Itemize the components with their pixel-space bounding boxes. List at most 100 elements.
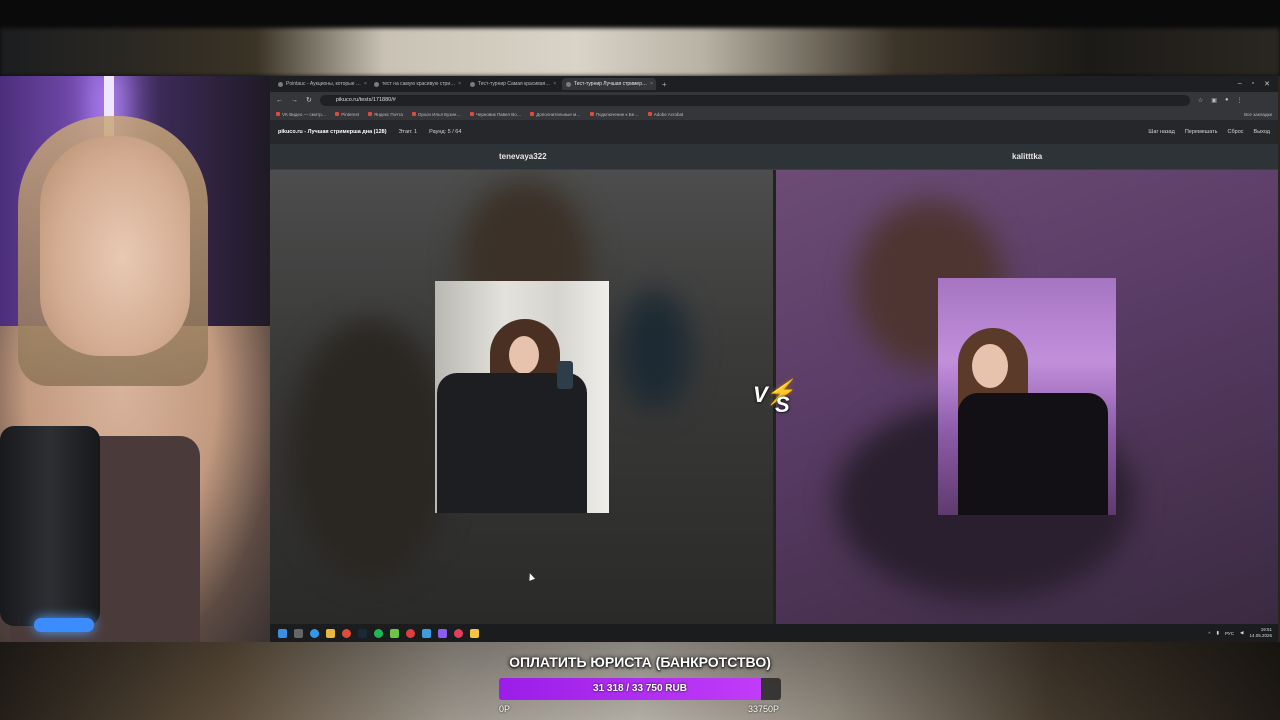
exit-button[interactable]: Выход: [1254, 129, 1270, 135]
left-contestant-photo[interactable]: [435, 281, 609, 513]
bookmark-favicon-icon: [367, 112, 372, 116]
bookmark-item[interactable]: Яндекс Почта: [367, 112, 403, 117]
microphone: [0, 426, 100, 626]
reload-icon[interactable]: ↻: [306, 96, 312, 104]
bookmark-label: Pinterest: [341, 111, 359, 117]
window-controls: – ▫ ✕: [1238, 80, 1278, 88]
tab-close-icon[interactable]: ×: [553, 78, 556, 90]
windows-taskbar: ^ ▮ РУС ◀ 19:51 14.05.2026: [270, 624, 1278, 642]
toolbar-icons: ☆ ▣ ● ⋮: [1198, 97, 1243, 104]
app-icon[interactable]: [390, 628, 399, 638]
bookmark-favicon-icon: [335, 112, 340, 116]
forward-arrow-icon[interactable]: →: [291, 97, 298, 104]
step-back-button[interactable]: Шаг назад: [1148, 129, 1174, 135]
backdrop-blur: [290, 320, 450, 580]
browser-tab[interactable]: Тест-турнир Самая красивая… ×: [466, 78, 560, 90]
bookmark-item[interactable]: VK Видео — смотр…: [276, 112, 326, 117]
bookmark-label: Подключение к Бе…: [595, 111, 639, 117]
bookmark-label: Черновик Павел Во…: [475, 111, 522, 117]
tab-close-icon[interactable]: ×: [364, 78, 367, 90]
file-explorer-icon[interactable]: [326, 628, 335, 638]
versus-badge: ⚡ V S: [751, 378, 797, 418]
system-clock[interactable]: 19:51 14.05.2026: [1249, 627, 1272, 639]
right-contestant-name: kalitttka: [1012, 152, 1043, 161]
task-view-icon[interactable]: [294, 628, 303, 638]
tab-close-icon[interactable]: ×: [650, 78, 653, 90]
photo-phone: [557, 361, 573, 389]
tray-lang[interactable]: РУС: [1225, 631, 1234, 636]
shuffle-button[interactable]: Перемешать: [1185, 129, 1218, 135]
edge-browser-icon[interactable]: [310, 628, 319, 638]
tab-favicon-icon: [374, 81, 379, 87]
left-contestant-name: tenevaya322: [499, 152, 547, 161]
captured-screen: Pointauc - Аукционы, которые … × тест на …: [270, 76, 1278, 642]
all-bookmarks[interactable]: Все закладки: [1244, 112, 1278, 117]
browser-tab-active[interactable]: Тест-турнир Лучшая стример… ×: [562, 78, 656, 90]
bookmark-label: Adobe Acrobat: [653, 111, 684, 117]
back-arrow-icon[interactable]: ←: [276, 97, 283, 104]
app-icon[interactable]: [438, 628, 447, 638]
tray-chevron-icon[interactable]: ^: [1208, 631, 1210, 636]
vs-letter-v: V: [753, 382, 768, 407]
bookmark-label: VK Видео — смотр…: [282, 111, 327, 117]
right-contestant-photo[interactable]: [938, 278, 1116, 515]
webcam-feed: [0, 76, 270, 642]
start-menu-icon[interactable]: [278, 628, 287, 638]
photo-figure-top: [958, 393, 1108, 515]
tab-label: Тест-турнир Лучшая стример…: [574, 81, 647, 87]
app-icon[interactable]: [406, 628, 415, 638]
yandex-browser-icon[interactable]: [454, 628, 463, 638]
bookmarks-bar: VK Видео — смотр… Pinterest Яндекс Почта…: [270, 108, 1278, 120]
microphone-light: [34, 618, 94, 632]
photo-figure-coat: [437, 373, 587, 513]
donation-progress-text: 31 318 / 33 750 RUB: [593, 683, 687, 694]
photo-figure-face: [972, 344, 1008, 388]
reset-button[interactable]: Сброс: [1228, 129, 1244, 135]
close-window-icon[interactable]: ✕: [1264, 80, 1270, 88]
browser-toolbar: ← → ↻ pikuco.ru/tests/171880/# ☆ ▣ ● ⋮: [270, 92, 1278, 108]
maximize-icon[interactable]: ▫: [1252, 80, 1254, 88]
volume-icon[interactable]: ◀: [1240, 630, 1243, 636]
app-icon[interactable]: [422, 628, 431, 638]
chrome-browser-icon[interactable]: [342, 628, 351, 638]
background-scenery-top: [0, 28, 1280, 76]
address-bar[interactable]: pikuco.ru/tests/171880/#: [319, 94, 1190, 106]
tab-favicon-icon: [566, 81, 571, 87]
bookmark-item[interactable]: Подключение к Бе…: [589, 111, 639, 117]
site-header: pikuco.ru - Лучшая стримерша дна (128) Э…: [270, 120, 1278, 144]
streamer-face: [40, 136, 190, 356]
bookmark-star-icon[interactable]: ☆: [1198, 97, 1203, 104]
new-tab-plus-icon[interactable]: +: [658, 80, 671, 89]
extensions-icon[interactable]: ▣: [1211, 97, 1217, 104]
browser-tab[interactable]: тест на самую красивую стри… ×: [370, 78, 464, 90]
browser-tab[interactable]: Pointauc - Аукционы, которые … ×: [274, 78, 368, 90]
stage-label: Этап: 1: [398, 129, 418, 135]
bookmark-item[interactable]: Pinterest: [335, 112, 359, 117]
bookmark-item[interactable]: Adobe Acrobat: [647, 111, 684, 117]
steam-icon[interactable]: [358, 628, 367, 638]
round-label: Раунд: 5 / 64: [429, 129, 462, 135]
profile-icon[interactable]: ●: [1225, 97, 1229, 104]
bookmark-favicon-icon: [530, 112, 535, 116]
bookmark-item[interactable]: Орхон Илья Бузин…: [411, 112, 461, 117]
tab-label: Тест-турнир Самая красивая…: [478, 81, 551, 87]
tab-label: Pointauc - Аукционы, которые …: [286, 81, 361, 87]
system-tray: ^ ▮ РУС ◀ 19:51 14.05.2026: [1208, 627, 1278, 639]
menu-dots-icon[interactable]: ⋮: [1237, 97, 1243, 104]
contestant-names-bar: tenevaya322 kalitttka: [270, 144, 1278, 170]
spotify-icon[interactable]: [374, 628, 383, 638]
minimize-icon[interactable]: –: [1238, 80, 1242, 88]
bookmark-item[interactable]: Черновик Павел Во…: [469, 111, 522, 117]
tab-close-icon[interactable]: ×: [458, 78, 461, 90]
tab-favicon-icon: [278, 81, 283, 87]
site-title[interactable]: pikuco.ru - Лучшая стримерша дна (128): [278, 129, 387, 135]
bookmark-label: Дополнительные м…: [536, 111, 581, 117]
tab-label: тест на самую красивую стри…: [382, 81, 456, 87]
network-icon[interactable]: ▮: [1217, 630, 1219, 636]
donation-goal-title: ОПЛАТИТЬ ЮРИСТА (БАНКРОТСТВО): [509, 654, 771, 670]
photo-figure-face: [509, 336, 539, 374]
bookmark-item[interactable]: Дополнительные м…: [530, 111, 581, 117]
app-icon[interactable]: [470, 628, 479, 638]
bookmark-favicon-icon: [589, 112, 594, 116]
donation-progress-bar: 31 318 / 33 750 RUB: [499, 678, 781, 700]
